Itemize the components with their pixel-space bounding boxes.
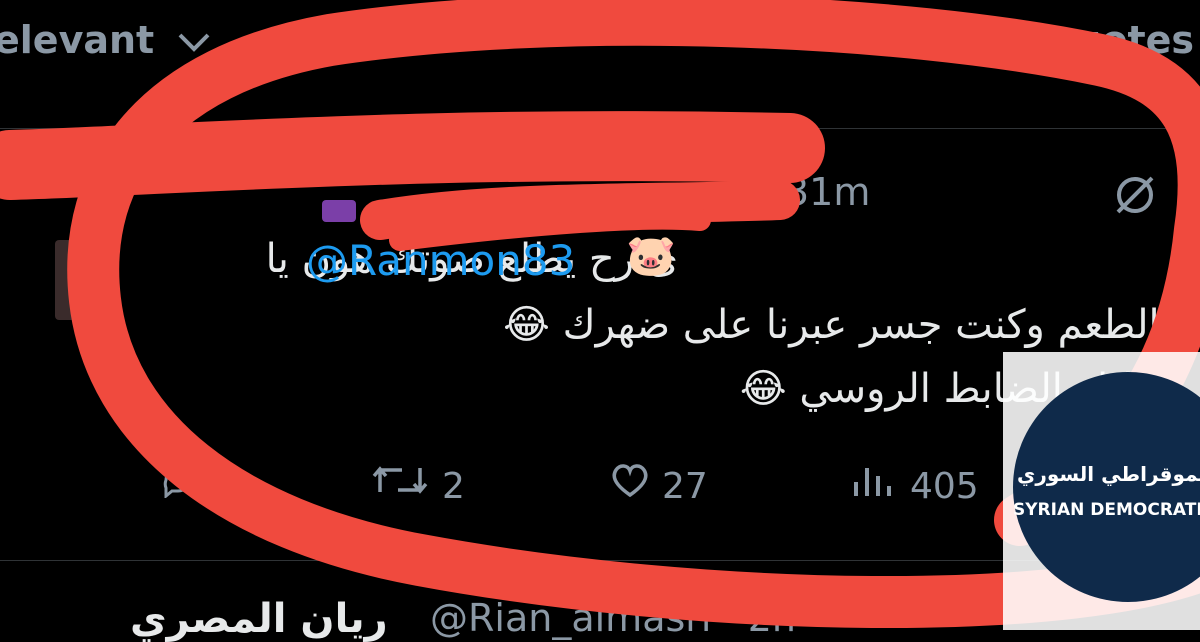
avatar[interactable] — [55, 240, 91, 320]
verified-badge — [322, 200, 356, 222]
reply-sort-bar: elevant View quotes — [0, 0, 1200, 90]
views-button[interactable]: 405 — [850, 462, 979, 507]
retweet-button[interactable]: 2 — [370, 462, 465, 507]
watermark-disc — [1013, 372, 1200, 602]
retweet-count: 2 — [442, 466, 465, 507]
like-count: 27 — [662, 466, 708, 507]
grok-icon[interactable] — [1110, 170, 1160, 231]
chevron-down-icon — [177, 18, 211, 62]
views-count: 405 — [910, 466, 979, 507]
heart-icon — [610, 462, 650, 507]
next-tweet-author[interactable]: ريان المصري — [130, 596, 388, 642]
sort-dropdown[interactable]: elevant — [0, 18, 211, 62]
next-tweet-handle[interactable]: @Rian_almasri · 2h — [430, 596, 796, 640]
tweet-text: ت الطعم وكنت جسر عبرنا على ضهرك — [562, 302, 1200, 348]
watermark-english: SYRIAN DEMOCRATIC OBSE — [1013, 500, 1200, 520]
reply-count: 5 — [208, 466, 231, 507]
watermark-arabic: الديموقراطي السوري — [1017, 462, 1200, 486]
sort-label: elevant — [0, 18, 155, 62]
divider — [0, 128, 1200, 129]
pig-emoji: 🐷 — [626, 233, 676, 279]
tweet-time[interactable]: 31m — [785, 170, 870, 214]
laughing-emoji: 😂 — [503, 302, 550, 348]
laughing-emoji: 😂 — [739, 366, 787, 412]
tweet-text-line-2: ت الطعم وكنت جسر عبرنا على ضهرك 😂 — [503, 302, 1200, 348]
like-button[interactable]: 27 — [610, 462, 708, 507]
retweet-icon — [370, 462, 430, 507]
mention-link[interactable]: @Ranmon83 — [306, 236, 575, 285]
views-icon — [850, 462, 898, 507]
watermark-logo: الديموقراطي السوري SYRIAN DEMOCRATIC OBS… — [1003, 352, 1200, 630]
reply-icon — [160, 462, 196, 507]
reply-button[interactable]: 5 — [160, 462, 231, 507]
view-quotes-link[interactable]: View quotes — [931, 18, 1194, 62]
